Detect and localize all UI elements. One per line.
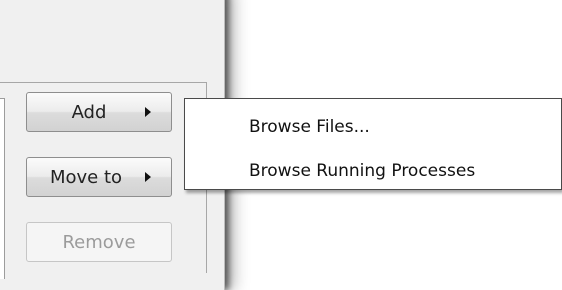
add-context-menu: Browse Files... Browse Running Processes <box>184 98 562 190</box>
move-to-button-label: Move to <box>49 166 123 188</box>
item-list[interactable] <box>0 98 5 279</box>
add-button-label: Add <box>71 101 107 123</box>
submenu-arrow-icon <box>145 107 151 117</box>
menu-item-label: Browse Running Processes <box>249 161 476 181</box>
move-to-button[interactable]: Move to <box>26 157 172 197</box>
add-button[interactable]: Add <box>26 92 172 132</box>
menu-item-browse-running-processes[interactable]: Browse Running Processes <box>185 151 561 191</box>
submenu-arrow-icon <box>145 172 151 182</box>
menu-item-browse-files[interactable]: Browse Files... <box>185 107 561 147</box>
remove-button[interactable]: Remove <box>26 222 172 262</box>
remove-button-label: Remove <box>62 231 136 253</box>
menu-item-label: Browse Files... <box>249 117 370 137</box>
